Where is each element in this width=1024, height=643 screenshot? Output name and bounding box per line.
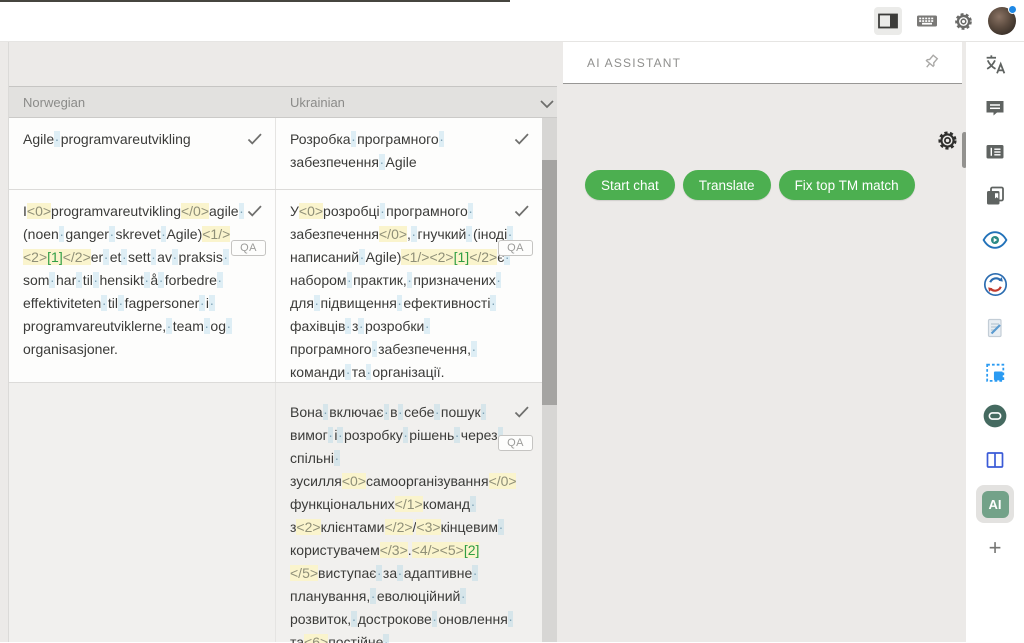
qa-badge[interactable]: QA (498, 435, 533, 451)
translate-button[interactable]: Translate (683, 170, 771, 200)
target-language-header: Ukrainian (290, 95, 345, 110)
split-view-icon (983, 448, 1007, 472)
approved-check-icon[interactable] (247, 204, 263, 222)
sidebar-item-split-view[interactable] (966, 438, 1024, 482)
translation-memory-icon (983, 140, 1007, 164)
table-row: Agile· programvareutvikling Розробка· пр… (9, 118, 542, 190)
ai-assistant-panel: AI ASSISTANT Start chat (563, 42, 962, 642)
active-item-background: AI (976, 485, 1014, 523)
translate-icon (983, 52, 1008, 77)
sidebar-item-comments[interactable] (966, 86, 1024, 130)
target-cell[interactable]: Розробка· програмного· забезпечення· Agi… (276, 118, 542, 189)
table-body: Agile· programvareutvikling Розробка· пр… (9, 118, 542, 642)
approved-check-icon[interactable] (514, 405, 530, 423)
target-cell[interactable]: Вона· включає· в· себе· пошук· вимог· і·… (276, 383, 542, 642)
target-cell[interactable]: У<0>розробці· програмного· забезпечення<… (276, 190, 542, 382)
source-cell[interactable]: I<0>programvareutvikling</0>agile· (noen… (9, 190, 276, 382)
comments-icon (983, 96, 1007, 120)
keyboard-icon[interactable] (915, 9, 939, 33)
fix-top-tm-match-button[interactable]: Fix top TM match (779, 170, 915, 200)
start-chat-button[interactable]: Start chat (585, 170, 675, 200)
table-row: Вона· включає· в· себе· пошук· вимог· і·… (9, 383, 542, 642)
revisions-sync-icon (982, 271, 1009, 298)
layout-panel-glyph (876, 9, 900, 33)
source-cell-empty[interactable] (9, 383, 276, 642)
ai-assistant-icon: AI (982, 491, 1009, 518)
target-text: У<0>розробці· програмного· забезпечення<… (290, 200, 516, 384)
source-text: Agile· programvareutvikling (23, 128, 249, 151)
topbar-actions (874, 0, 1016, 42)
approved-check-icon[interactable] (514, 204, 530, 222)
draft-edit-icon (983, 316, 1007, 340)
table-header-row: Norwegian Ukrainian (9, 86, 557, 118)
translation-table: Norwegian Ukrainian Agile· programvareut… (8, 42, 556, 642)
gear-glyph (952, 10, 975, 33)
ai-panel-header: AI ASSISTANT (563, 42, 962, 84)
sidebar-item-preview[interactable] (966, 218, 1024, 262)
qa-badge[interactable]: QA (231, 240, 266, 256)
ai-action-buttons: Start chat Translate Fix top TM match (585, 170, 915, 200)
top-edge-strip (0, 0, 510, 2)
workspace: Norwegian Ukrainian Agile· programvareut… (0, 42, 1024, 642)
plus-icon: + (989, 537, 1002, 559)
glossary-icon (983, 184, 1007, 208)
sidebar-item-translate[interactable] (966, 42, 1024, 86)
sidebar-item-machine-translation[interactable] (966, 394, 1024, 438)
source-text: I<0>programvareutvikling</0>agile· (noen… (23, 200, 249, 361)
top-bar (0, 0, 1024, 42)
qa-badge[interactable]: QA (498, 240, 533, 256)
sidebar-item-translation-memory[interactable] (966, 130, 1024, 174)
avatar-status-badge (1008, 5, 1017, 14)
target-text: Вона· включає· в· себе· пошук· вимог· і·… (290, 401, 516, 643)
preview-eye-icon (982, 227, 1008, 253)
ai-settings-gear-icon[interactable] (935, 128, 960, 158)
table-scrollbar[interactable] (542, 118, 557, 642)
sidebar-item-ai-assistant[interactable]: AI (966, 482, 1024, 526)
chevron-down-icon[interactable] (540, 96, 554, 114)
pin-icon[interactable] (923, 54, 940, 76)
table-row: I<0>programvareutvikling</0>agile· (noen… (9, 190, 542, 383)
layout-panel-icon[interactable] (874, 7, 902, 35)
keyboard-glyph (915, 9, 939, 33)
approved-check-icon[interactable] (247, 132, 263, 150)
approved-check-icon[interactable] (514, 132, 530, 150)
tools-sidebar: AI + (966, 42, 1024, 642)
ai-panel-title: AI ASSISTANT (587, 56, 681, 70)
source-language-header: Norwegian (23, 95, 85, 110)
sidebar-item-glossary[interactable] (966, 174, 1024, 218)
screenshot-capture-icon (983, 360, 1008, 385)
source-cell[interactable]: Agile· programvareutvikling (9, 118, 276, 189)
settings-gear-icon[interactable] (952, 10, 975, 33)
table-scrollbar-thumb[interactable] (542, 160, 557, 405)
sidebar-item-drafts[interactable] (966, 306, 1024, 350)
user-avatar[interactable] (988, 7, 1016, 35)
sidebar-item-revisions[interactable] (966, 262, 1024, 306)
machine-translation-icon (982, 403, 1008, 429)
ai-panel-body: Start chat Translate Fix top TM match (563, 84, 962, 642)
target-text: Розробка· програмного· забезпечення· Agi… (290, 128, 516, 174)
sidebar-item-screenshots[interactable] (966, 350, 1024, 394)
sidebar-item-add-tool[interactable]: + (966, 526, 1024, 570)
